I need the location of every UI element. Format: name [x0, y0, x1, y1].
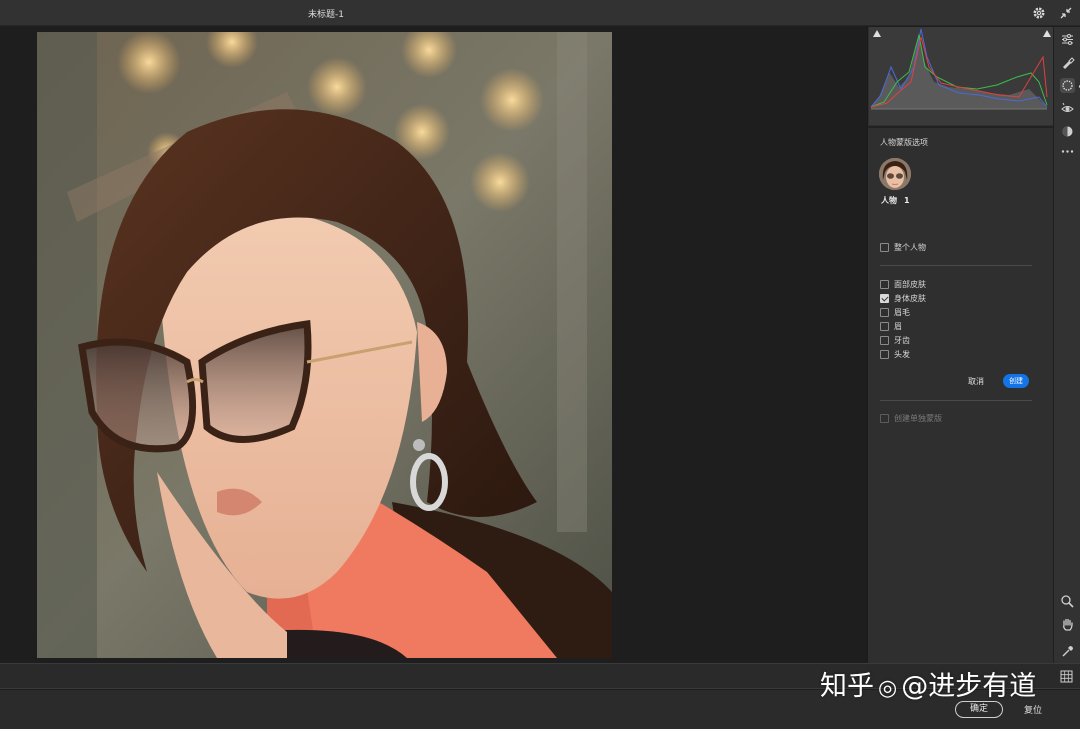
masking-icon[interactable] [1060, 78, 1075, 93]
checkbox-box[interactable] [880, 242, 889, 252]
person-label-text: 人物 [881, 196, 897, 205]
whole-person-checkbox[interactable]: 整个人物 [880, 241, 926, 253]
gear-icon[interactable] [1031, 5, 1047, 21]
checkbox-box[interactable] [880, 335, 889, 345]
checkbox-label: 眉 [894, 321, 902, 331]
watermark-brand: 知乎 [820, 671, 874, 702]
wechat-icon: ◎ [878, 676, 898, 701]
highlight-clipping-icon[interactable] [1043, 30, 1051, 37]
photo-preview[interactable] [37, 32, 612, 658]
eyebrows-checkbox[interactable]: 眉毛 [880, 306, 910, 318]
canvas-area[interactable] [0, 27, 867, 663]
grid-icon[interactable] [1059, 669, 1074, 684]
eyedropper-icon[interactable] [1060, 644, 1075, 659]
checkbox-box[interactable] [880, 293, 889, 303]
checkbox-label: 头发 [894, 349, 910, 359]
avatar [879, 158, 911, 190]
person-number: 1 [904, 196, 910, 205]
red-eye-icon[interactable] [1060, 101, 1075, 116]
document-title: 未标题-1 [308, 10, 344, 20]
cancel-button[interactable]: 取消 [968, 376, 984, 387]
checkbox-label: 牙齿 [894, 335, 910, 345]
checkbox-label: 整个人物 [894, 242, 926, 252]
checkbox-box[interactable] [880, 321, 889, 331]
healing-brush-icon[interactable] [1060, 55, 1075, 70]
histogram-graph [870, 28, 1048, 110]
checkbox-box[interactable] [880, 307, 889, 317]
hair-checkbox[interactable]: 头发 [880, 348, 910, 360]
tool-strip [1053, 27, 1080, 663]
create-button[interactable]: 创建 [1003, 374, 1029, 388]
divider [880, 265, 1032, 266]
checkbox-label: 眉毛 [894, 307, 910, 317]
separate-masks-checkbox[interactable]: 创建单独蒙版 [880, 412, 942, 424]
checkbox-box[interactable] [880, 349, 889, 359]
person-label: 人物 1 [881, 195, 910, 206]
mask-options-panel: 人物蒙版选项 人物 1 整个人物 面部皮肤 身体皮肤 眉毛 眉 牙齿 头发 取消… [867, 27, 1054, 663]
person-thumbnail[interactable] [879, 158, 911, 190]
presets-icon[interactable] [1060, 124, 1075, 139]
divider [880, 400, 1032, 401]
portrait-image [37, 32, 612, 658]
checkbox-box[interactable] [880, 413, 889, 423]
lips-checkbox[interactable]: 眉 [880, 320, 902, 332]
histogram [869, 27, 1053, 125]
ok-button[interactable]: 确定 [955, 701, 1003, 718]
checkbox-label: 面部皮肤 [894, 279, 926, 289]
reset-button[interactable]: 复位 [1024, 703, 1042, 716]
panel-divider [868, 126, 1054, 128]
body-skin-checkbox[interactable]: 身体皮肤 [880, 292, 926, 304]
shadow-clipping-icon[interactable] [873, 30, 881, 37]
checkbox-box[interactable] [880, 279, 889, 289]
watermark-handle: @进步有道 [901, 671, 1037, 702]
checkbox-label: 创建单独蒙版 [894, 413, 942, 423]
face-skin-checkbox[interactable]: 面部皮肤 [880, 278, 926, 290]
watermark: 知乎 ◎ @进步有道 [820, 664, 1036, 703]
title-bar: 未标题-1 [0, 0, 1080, 26]
hand-icon[interactable] [1060, 617, 1075, 632]
zoom-icon[interactable] [1060, 594, 1075, 609]
collapse-icon[interactable] [1058, 5, 1074, 21]
more-icon[interactable] [1060, 144, 1075, 159]
checkbox-label: 身体皮肤 [894, 293, 926, 303]
edit-sliders-icon[interactable] [1060, 32, 1075, 47]
section-title: 人物蒙版选项 [880, 138, 928, 147]
teeth-checkbox[interactable]: 牙齿 [880, 334, 910, 346]
